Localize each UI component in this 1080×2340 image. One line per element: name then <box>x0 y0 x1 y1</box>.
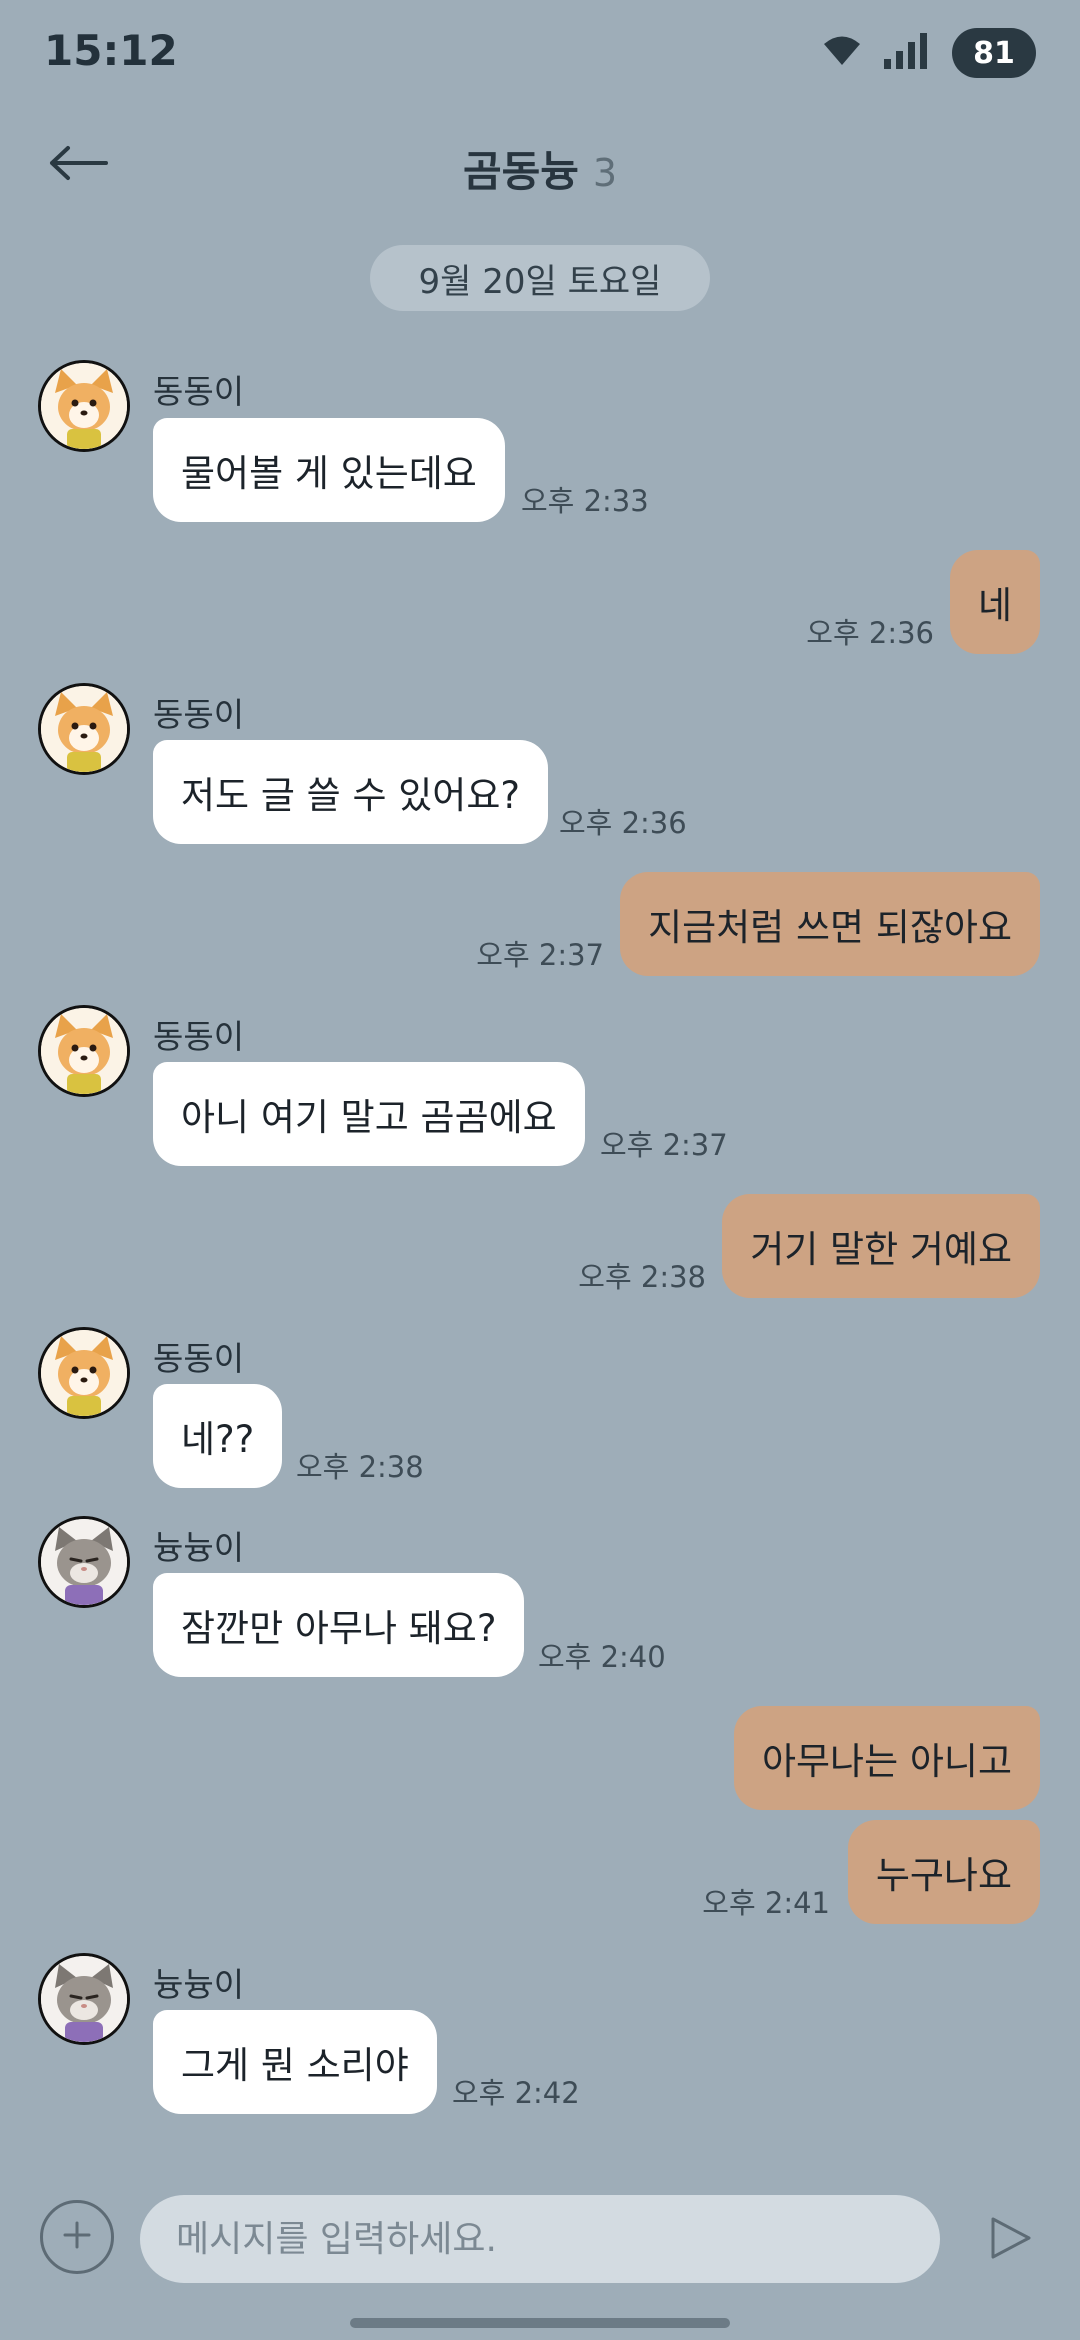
message-time: 오후 2:33 <box>521 484 649 518</box>
message-time: 오후 2:38 <box>296 1450 424 1484</box>
sender-name: 동동이 <box>153 1339 245 1378</box>
send-icon <box>987 2215 1033 2265</box>
incoming-message-bubble[interactable]: 네?? <box>153 1384 283 1488</box>
sender-name: 동동이 <box>153 372 245 411</box>
outgoing-message-bubble[interactable]: 누구나요 <box>847 1820 1040 1924</box>
message-time: 오후 2:36 <box>806 616 934 650</box>
outgoing-message-bubble[interactable]: 네 <box>949 550 1040 654</box>
message-time: 오후 2:37 <box>600 1128 728 1162</box>
sender-name: 늉늉이 <box>153 1528 245 1567</box>
message-input[interactable] <box>140 2195 940 2283</box>
home-indicator[interactable] <box>350 2318 730 2328</box>
plus-icon <box>62 2214 92 2260</box>
sender-name: 늉늉이 <box>153 1965 245 2004</box>
chat-header: 곰동늉 3 <box>0 120 1080 210</box>
status-icons: 81 <box>822 28 1036 78</box>
incoming-message-bubble[interactable]: 물어볼 게 있는데요 <box>153 418 505 522</box>
message-time: 오후 2:36 <box>559 806 687 840</box>
incoming-message-bubble[interactable]: 잠깐만 아무나 돼요? <box>153 1573 525 1677</box>
member-count: 3 <box>592 151 618 195</box>
dog-avatar[interactable] <box>38 1327 130 1419</box>
message-time: 오후 2:37 <box>476 938 604 972</box>
message-time: 오후 2:41 <box>702 1886 830 1920</box>
incoming-message-bubble[interactable]: 아니 여기 말고 곰곰에요 <box>153 1062 585 1166</box>
incoming-message-bubble[interactable]: 그게 뭔 소리야 <box>153 2010 437 2114</box>
outgoing-message-bubble[interactable]: 거기 말한 거예요 <box>722 1194 1040 1298</box>
outgoing-message-bubble[interactable]: 아무나는 아니고 <box>733 1706 1040 1810</box>
dog-avatar[interactable] <box>38 1005 130 1097</box>
sender-name: 동동이 <box>153 695 245 734</box>
signal-icon <box>884 33 930 73</box>
dog-avatar[interactable] <box>38 360 130 452</box>
incoming-message-bubble[interactable]: 저도 글 쓸 수 있어요? <box>153 740 549 844</box>
chat-title-group: 곰동늉 3 <box>0 138 1080 199</box>
wifi-icon <box>822 35 862 71</box>
chat-title: 곰동늉 <box>462 147 579 196</box>
battery-indicator: 81 <box>952 28 1036 78</box>
status-time: 15:12 <box>44 26 178 75</box>
message-time: 오후 2:40 <box>538 1640 666 1674</box>
date-separator: 9월 20일 토요일 <box>370 245 710 311</box>
outgoing-message-bubble[interactable]: 지금처럼 쓰면 되잖아요 <box>620 872 1040 976</box>
message-input-bar <box>0 2180 1080 2300</box>
sender-name: 동동이 <box>153 1017 245 1056</box>
status-bar: 15:12 81 <box>0 0 1080 100</box>
cat-avatar[interactable] <box>38 1516 130 1608</box>
attach-button[interactable] <box>40 2200 114 2274</box>
send-button[interactable] <box>975 2205 1045 2275</box>
message-time: 오후 2:38 <box>578 1260 706 1294</box>
dog-avatar[interactable] <box>38 683 130 775</box>
cat-avatar[interactable] <box>38 1953 130 2045</box>
message-time: 오후 2:42 <box>452 2076 580 2110</box>
